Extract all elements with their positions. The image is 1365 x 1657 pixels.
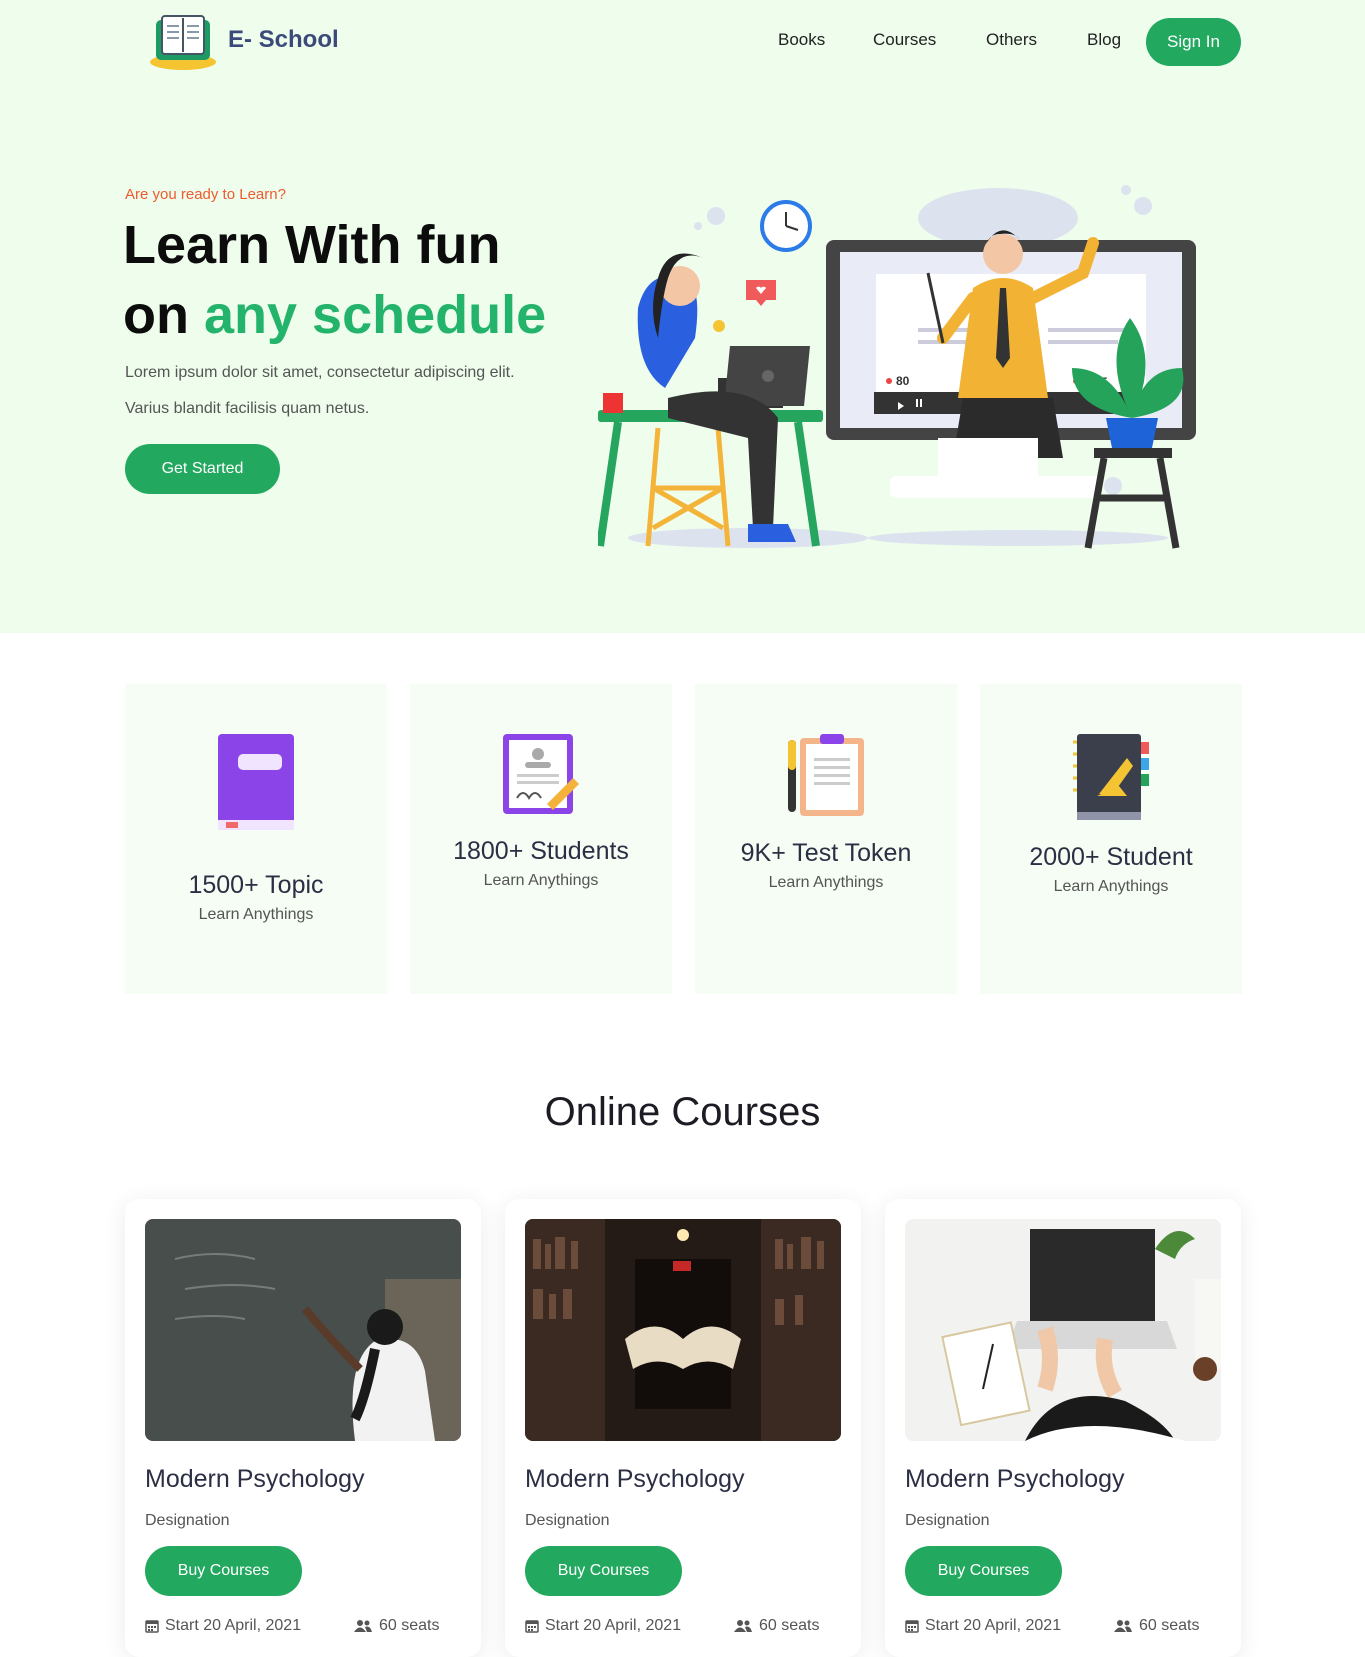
- course-seats-count: 60 seats: [759, 1617, 820, 1634]
- users-icon: [734, 1620, 752, 1632]
- stat-card: 2000+ Student Learn Anythings: [980, 684, 1242, 994]
- hero-lead-line1: Lorem ipsum dolor sit amet, consectetur …: [125, 364, 515, 381]
- course-title[interactable]: Modern Psychology: [905, 1465, 1125, 1494]
- course-start-date: Start 20 April, 2021: [165, 1617, 302, 1634]
- nav-courses[interactable]: Courses: [873, 30, 936, 50]
- stat-card: 9K+ Test Token Learn Anythings: [695, 684, 957, 994]
- stat-card: 1800+ Students Learn Anythings: [410, 684, 672, 994]
- course-start-date: Start 20 April, 2021: [545, 1617, 682, 1634]
- hero-eyebrow: Are you ready to Learn?: [125, 186, 286, 203]
- nav-blog[interactable]: Blog: [1087, 30, 1121, 50]
- hero-title-prefix: on: [123, 285, 204, 345]
- stat-number: 1500+ Topic: [188, 871, 324, 899]
- course-title[interactable]: Modern Psychology: [525, 1465, 745, 1494]
- stat-card: 1500+ Topic Learn Anythings: [125, 684, 387, 994]
- course-subtitle: Designation: [905, 1512, 990, 1529]
- course-start: Start 20 April, 2021: [145, 1617, 301, 1635]
- stat-subtitle: Learn Anythings: [1053, 878, 1169, 895]
- course-seats: 60 seats: [353, 1617, 439, 1635]
- course-subtitle: Designation: [145, 1512, 230, 1529]
- stat-subtitle: Learn Anythings: [198, 906, 314, 923]
- hero-title-line1: Learn With fun: [123, 215, 501, 275]
- brand-name[interactable]: E- School: [228, 26, 339, 54]
- book-logo-icon[interactable]: [148, 12, 218, 72]
- course-subtitle: Designation: [525, 1512, 610, 1529]
- calendar-icon: [525, 1620, 539, 1633]
- stat-number: 9K+ Test Token: [740, 839, 912, 867]
- buy-courses-button[interactable]: Buy Courses: [145, 1546, 302, 1596]
- certificate-icon: [503, 734, 579, 814]
- library-photo: [525, 1219, 841, 1441]
- nav-books[interactable]: Books: [778, 30, 825, 50]
- purple-book-icon: [218, 734, 294, 830]
- calendar-icon: [905, 1620, 919, 1633]
- hero-lead-line2: Varius blandit facilisis quam netus.: [125, 400, 370, 417]
- stat-number: 2000+ Student: [1029, 843, 1193, 871]
- course-title[interactable]: Modern Psychology: [145, 1465, 365, 1494]
- courses-section-title: Online Courses: [544, 1090, 821, 1134]
- calendar-icon: [145, 1620, 159, 1633]
- nav-others[interactable]: Others: [986, 30, 1037, 50]
- stat-subtitle: Learn Anythings: [483, 872, 599, 889]
- buy-courses-button[interactable]: Buy Courses: [525, 1546, 682, 1596]
- users-icon: [354, 1620, 372, 1632]
- course-card[interactable]: Modern Psychology Designation Buy Course…: [125, 1199, 481, 1657]
- get-started-button[interactable]: Get Started: [125, 444, 280, 494]
- signin-button[interactable]: Sign In: [1146, 18, 1241, 66]
- chalkboard-photo: [145, 1219, 461, 1441]
- course-seats-count: 60 seats: [1139, 1617, 1200, 1634]
- laptop-desk-photo: [905, 1219, 1221, 1441]
- hero-title-line2: on any schedule: [123, 280, 546, 350]
- stat-number: 1800+ Students: [453, 837, 629, 865]
- hero-title-accent: any schedule: [203, 285, 547, 345]
- course-seats: 60 seats: [733, 1617, 819, 1635]
- stat-subtitle: Learn Anythings: [768, 874, 884, 891]
- course-card[interactable]: Modern Psychology Designation Buy Course…: [885, 1199, 1241, 1657]
- course-seats: 60 seats: [1113, 1617, 1199, 1635]
- hero-illustration: 80 LIVE: [598, 185, 1196, 549]
- course-seats-count: 60 seats: [379, 1617, 440, 1634]
- buy-courses-button[interactable]: Buy Courses: [905, 1546, 1062, 1596]
- clipboard-icon: [788, 734, 864, 816]
- course-card[interactable]: Modern Psychology Designation Buy Course…: [505, 1199, 861, 1657]
- notebook-icon: [1073, 734, 1149, 820]
- course-start: Start 20 April, 2021: [905, 1617, 1061, 1635]
- viewer-count: 80: [896, 374, 910, 388]
- users-icon: [1114, 1620, 1132, 1632]
- course-start-date: Start 20 April, 2021: [925, 1617, 1062, 1634]
- course-start: Start 20 April, 2021: [525, 1617, 681, 1635]
- hero-section: E- School Books Courses Others Blog Sign…: [0, 0, 1365, 633]
